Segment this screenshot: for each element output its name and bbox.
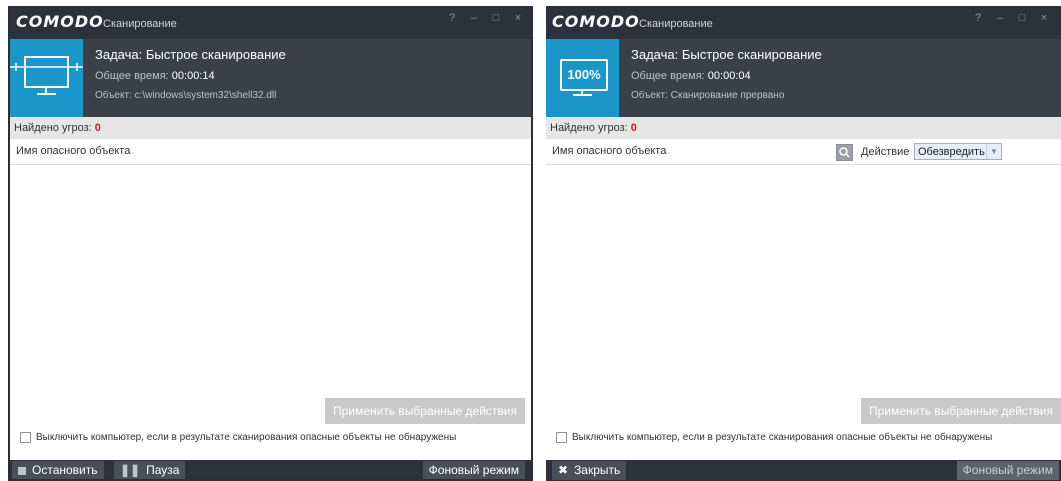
scan-object-label: Объект: [95, 90, 132, 101]
pause-button[interactable]: ❚❚ Пауза [114, 461, 186, 479]
close-icon: ✖ [558, 463, 569, 477]
title-bar[interactable]: COMODO Сканирование ? – □ × [546, 6, 1061, 39]
background-mode-button[interactable]: Фоновый режим [956, 461, 1059, 480]
threats-found: Найдено угроз: 0 [10, 117, 531, 139]
shutdown-label: Выключить компьютер, если в результате с… [572, 432, 993, 443]
bottom-bar: ✖ Закрыть Фоновый режим [546, 460, 1061, 481]
stop-button[interactable]: Остановить [12, 461, 104, 479]
minimize-button[interactable]: – [467, 11, 481, 25]
window-controls: ? – □ × [971, 11, 1051, 25]
scan-object-label: Объект: [631, 90, 668, 101]
task-title: Задача: Быстрое сканирование [631, 47, 822, 62]
task-title: Задача: Быстрое сканирование [95, 47, 286, 62]
apply-actions-button[interactable]: Применить выбранные действия [861, 398, 1061, 424]
close-window-button[interactable]: × [511, 11, 525, 25]
stop-icon [18, 466, 26, 475]
pause-button-label: Пауза [146, 463, 180, 477]
column-header-threat-name[interactable]: Имя опасного объекта [10, 139, 531, 165]
scan-object-value: Сканирование прервано [670, 90, 785, 101]
action-select-value: Обезвредить [918, 146, 985, 158]
minimize-button[interactable]: – [993, 11, 1007, 25]
total-time-value: 00:00:04 [707, 70, 751, 82]
close-button[interactable]: ✖ Закрыть [552, 461, 627, 480]
scan-object-value: c:\windows\system32\shell32.dll [134, 90, 277, 101]
total-time-label: Общее время: [631, 70, 705, 82]
monitor-icon: 100% [546, 39, 619, 117]
monitor-icon [10, 39, 83, 117]
close-window-button[interactable]: × [1037, 11, 1051, 25]
pause-icon: ❚❚ [120, 463, 141, 477]
scan-header: 100% Задача: Быстрое сканирование Общее … [546, 39, 1061, 117]
search-icon[interactable] [836, 144, 853, 161]
close-button-label: Закрыть [574, 463, 621, 477]
scan-header: Задача: Быстрое сканирование Общее время… [10, 39, 531, 117]
threats-found: Найдено угроз: 0 [546, 117, 1061, 139]
scan-window-right: COMODO Сканирование ? – □ × 100% Задача:… [546, 6, 1061, 481]
threats-found-label: Найдено угроз: [550, 122, 628, 134]
comodo-logo: COMODO [552, 12, 640, 31]
shutdown-option[interactable]: Выключить компьютер, если в результате с… [556, 432, 992, 443]
maximize-button[interactable]: □ [489, 11, 503, 25]
shutdown-option[interactable]: Выключить компьютер, если в результате с… [20, 432, 456, 443]
window-controls: ? – □ × [445, 11, 525, 25]
action-label: Действие [861, 146, 910, 158]
stop-button-label: Остановить [32, 463, 98, 477]
total-time-value: 00:00:14 [171, 70, 215, 82]
title-bar[interactable]: COMODO Сканирование ? – □ × [10, 6, 531, 39]
shutdown-label: Выключить компьютер, если в результате с… [36, 432, 457, 443]
help-button[interactable]: ? [971, 11, 985, 25]
total-time: Общее время: 00:00:04 [631, 70, 751, 82]
scan-window-left: COMODO Сканирование ? – □ × Задача: Быст… [8, 6, 533, 481]
threats-count: 0 [94, 122, 101, 134]
chevron-down-icon[interactable]: ▼ [986, 144, 1001, 159]
threats-count: 0 [630, 122, 637, 134]
help-button[interactable]: ? [445, 11, 459, 25]
comodo-logo: COMODO [16, 12, 104, 31]
column-header-threat-name[interactable]: Имя опасного объекта [552, 145, 666, 157]
total-time-label: Общее время: [95, 70, 169, 82]
shutdown-checkbox[interactable] [20, 432, 31, 443]
total-time: Общее время: 00:00:14 [95, 70, 215, 82]
scan-object: Объект: Сканирование прервано [631, 90, 784, 101]
background-mode-button[interactable]: Фоновый режим [422, 461, 525, 479]
window-title: Сканирование [639, 18, 713, 30]
scan-object: Объект: c:\windows\system32\shell32.dll [95, 90, 276, 101]
threats-found-label: Найдено угроз: [14, 122, 92, 134]
bottom-bar: Остановить ❚❚ Пауза Фоновый режим [10, 460, 531, 479]
progress-percent: 100% [560, 59, 608, 91]
apply-actions-button[interactable]: Применить выбранные действия [325, 398, 525, 424]
maximize-button[interactable]: □ [1015, 11, 1029, 25]
window-title: Сканирование [103, 18, 177, 30]
action-select[interactable]: Обезвредить ▼ [914, 143, 1002, 160]
shutdown-checkbox[interactable] [556, 432, 567, 443]
